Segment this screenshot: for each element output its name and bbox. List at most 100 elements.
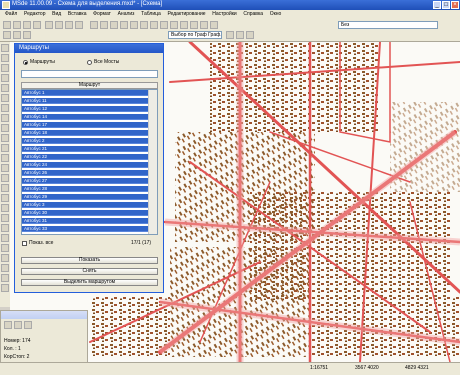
route-item[interactable]: Автобус 29: [22, 194, 149, 200]
property-count: Кол. : 1: [4, 346, 21, 352]
prop-tool-2-icon[interactable]: [14, 321, 22, 329]
route-item[interactable]: Автобус 18: [22, 130, 149, 136]
edit-tool-icon[interactable]: [3, 31, 11, 39]
maximize-button[interactable]: □: [442, 1, 450, 9]
open-icon[interactable]: [13, 21, 21, 29]
tool-7-icon[interactable]: [1, 104, 9, 112]
route-search-input[interactable]: [21, 70, 158, 78]
menu-edit[interactable]: Редактирование: [167, 11, 205, 17]
back-icon[interactable]: [130, 21, 138, 29]
menu-analysis[interactable]: Анализ: [118, 11, 135, 17]
text-tool-icon[interactable]: [23, 31, 31, 39]
select-by-route-button[interactable]: Выделить маршрутом: [21, 279, 158, 286]
tool-3-icon[interactable]: [1, 64, 9, 72]
tool-23-icon[interactable]: [1, 264, 9, 272]
tool-17-icon[interactable]: [1, 204, 9, 212]
tool-8-icon[interactable]: [1, 114, 9, 122]
redo-icon[interactable]: [75, 21, 83, 29]
stop-tool-icon[interactable]: [236, 31, 244, 39]
hyperlink-icon[interactable]: [190, 21, 198, 29]
tool-25-icon[interactable]: [1, 284, 9, 292]
routes-list-scrollbar[interactable]: [148, 90, 157, 234]
help-icon[interactable]: [210, 21, 218, 29]
tool-13-icon[interactable]: [1, 164, 9, 172]
route-item[interactable]: Автобус 3: [22, 202, 149, 208]
tool-1-icon[interactable]: [1, 44, 9, 52]
tool-19-icon[interactable]: [1, 224, 9, 232]
tool-5-icon[interactable]: [1, 84, 9, 92]
route-item[interactable]: Автобус 12: [22, 106, 149, 112]
route-item[interactable]: Автобус 14: [22, 114, 149, 120]
new-icon[interactable]: [3, 21, 11, 29]
layer-combo[interactable]: Выбор по Граф Граф...: [168, 31, 222, 39]
network-icon[interactable]: [246, 31, 254, 39]
menu-view[interactable]: Вид: [52, 11, 61, 17]
zoom-in-icon[interactable]: [90, 21, 98, 29]
menu-file[interactable]: Файл: [5, 11, 17, 17]
full-extent-icon[interactable]: [120, 21, 128, 29]
tool-12-icon[interactable]: [1, 154, 9, 162]
pan-icon[interactable]: [110, 21, 118, 29]
status-bar: 1:16751 3567 4020 4829 4321: [0, 362, 460, 375]
route-item[interactable]: Автобус 31: [22, 218, 149, 224]
find-icon[interactable]: [170, 21, 178, 29]
routes-list[interactable]: Автобус 1 Автобус 11 Автобус 12 Автобус …: [21, 89, 158, 235]
tool-21-icon[interactable]: [1, 244, 9, 252]
tool-4-icon[interactable]: [1, 74, 9, 82]
route-item[interactable]: Автобус 27: [22, 178, 149, 184]
layers-icon[interactable]: [200, 21, 208, 29]
route-item[interactable]: Автобус 2: [22, 138, 149, 144]
clear-button[interactable]: Снять: [21, 268, 158, 275]
tool-11-icon[interactable]: [1, 144, 9, 152]
radio-all-stops[interactable]: [87, 60, 92, 65]
route-item[interactable]: Автобус 1: [22, 90, 149, 96]
menu-editor[interactable]: Редактор: [24, 11, 46, 17]
forward-icon[interactable]: [140, 21, 148, 29]
radio-routes[interactable]: [23, 60, 28, 65]
menu-window[interactable]: Окно: [270, 11, 282, 17]
tool-22-icon[interactable]: [1, 254, 9, 262]
route-item[interactable]: Автобус 33: [22, 226, 149, 232]
scale-combo[interactable]: Без: [338, 21, 438, 29]
cut-icon[interactable]: [45, 21, 53, 29]
tool-2-icon[interactable]: [1, 54, 9, 62]
tool-15-icon[interactable]: [1, 184, 9, 192]
prop-tool-3-icon[interactable]: [24, 321, 32, 329]
sketch-icon[interactable]: [13, 31, 21, 39]
route-item[interactable]: Автобус 21: [22, 146, 149, 152]
show-all-checkbox[interactable]: [22, 241, 27, 246]
tool-6-icon[interactable]: [1, 94, 9, 102]
route-item[interactable]: Автобус 28: [22, 186, 149, 192]
route-item[interactable]: Автобус 17: [22, 122, 149, 128]
tool-18-icon[interactable]: [1, 214, 9, 222]
tool-9-icon[interactable]: [1, 124, 9, 132]
route-tool-icon[interactable]: [226, 31, 234, 39]
route-item[interactable]: Автобус 30: [22, 210, 149, 216]
tool-14-icon[interactable]: [1, 174, 9, 182]
tool-10-icon[interactable]: [1, 134, 9, 142]
route-item[interactable]: Автобус 22: [22, 154, 149, 160]
menu-format[interactable]: Формат: [93, 11, 111, 17]
menu-help[interactable]: Справка: [243, 11, 263, 17]
select-icon[interactable]: [150, 21, 158, 29]
route-item[interactable]: Автобус 11: [22, 98, 149, 104]
tool-24-icon[interactable]: [1, 274, 9, 282]
save-icon[interactable]: [23, 21, 31, 29]
undo-icon[interactable]: [65, 21, 73, 29]
zoom-out-icon[interactable]: [100, 21, 108, 29]
menu-settings[interactable]: Настройки: [212, 11, 237, 17]
copy-icon[interactable]: [55, 21, 63, 29]
route-item[interactable]: Автобус 24: [22, 162, 149, 168]
show-button[interactable]: Показать: [21, 257, 158, 264]
print-icon[interactable]: [33, 21, 41, 29]
tool-20-icon[interactable]: [1, 234, 9, 242]
close-button[interactable]: ×: [451, 1, 459, 9]
measure-icon[interactable]: [180, 21, 188, 29]
identify-icon[interactable]: [160, 21, 168, 29]
prop-tool-1-icon[interactable]: [4, 321, 12, 329]
menu-insert[interactable]: Вставка: [68, 11, 87, 17]
tool-16-icon[interactable]: [1, 194, 9, 202]
menu-table[interactable]: Таблица: [141, 11, 161, 17]
route-item[interactable]: Автобус 26: [22, 170, 149, 176]
minimize-button[interactable]: _: [433, 1, 441, 9]
